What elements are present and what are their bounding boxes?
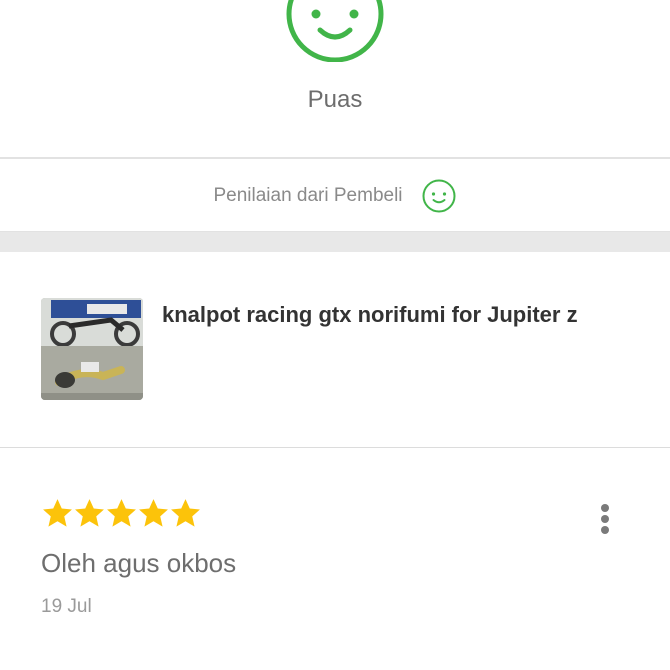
- reviewer-name: Oleh agus okbos: [41, 548, 237, 578]
- buyer-smiley-icon: [422, 179, 456, 213]
- buyer-rating-label: Penilaian dari Pembeli: [213, 185, 403, 206]
- star-icon: [107, 499, 136, 527]
- star-icon: [43, 499, 72, 527]
- star-icon: [75, 499, 104, 527]
- divider: [0, 447, 670, 448]
- buyer-rating-row: Penilaian dari Pembeli: [0, 160, 670, 232]
- satisfied-smiley-icon: [286, 0, 384, 62]
- divider: [0, 157, 670, 159]
- satisfaction-label: Puas: [307, 86, 363, 113]
- product-thumbnail[interactable]: [41, 298, 143, 400]
- star-rating: [41, 497, 201, 533]
- review-date: 19 Jul: [41, 596, 92, 617]
- motorcycle-exhaust-photo-icon: [41, 298, 143, 400]
- product-title[interactable]: knalpot racing gtx norifumi for Jupiter …: [162, 302, 578, 328]
- more-vertical-icon[interactable]: [590, 500, 620, 540]
- star-icon: [171, 499, 200, 527]
- star-icon: [139, 499, 168, 527]
- section-separator: [0, 232, 670, 252]
